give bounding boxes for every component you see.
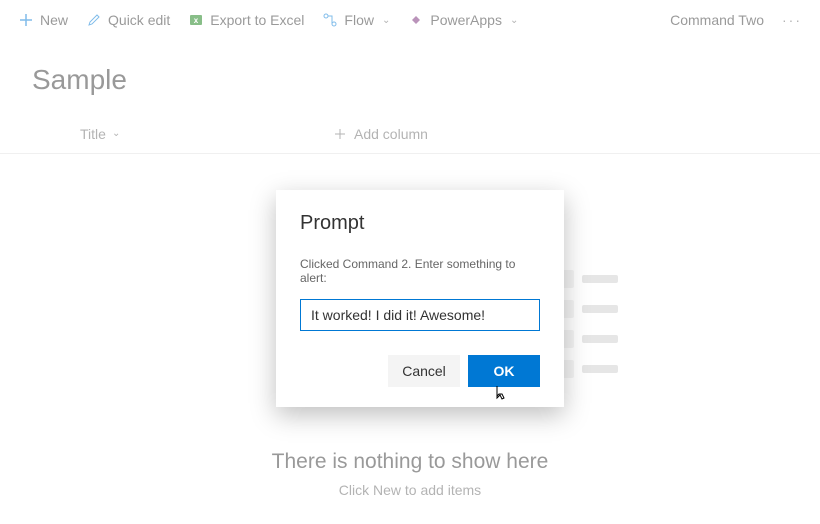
cancel-button[interactable]: Cancel — [388, 355, 460, 387]
prompt-dialog: Prompt Clicked Command 2. Enter somethin… — [276, 190, 564, 407]
dialog-title: Prompt — [300, 212, 540, 235]
dialog-message: Clicked Command 2. Enter something to al… — [300, 257, 540, 285]
dialog-button-row: Cancel OK — [300, 355, 540, 387]
prompt-input[interactable] — [300, 299, 540, 331]
ok-button[interactable]: OK — [468, 355, 540, 387]
